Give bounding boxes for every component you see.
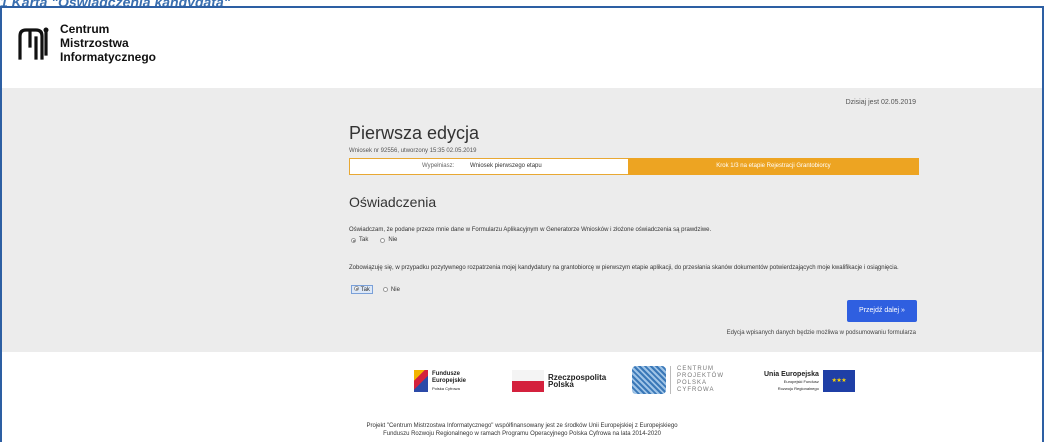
cpp-line-3: POLSKA (677, 380, 708, 386)
statement-2-yes-radio[interactable] (354, 286, 359, 291)
cpp-line-1: CENTRUM (677, 366, 714, 372)
application-info: Wniosek nr 92556, utworzony 15:35 02.05.… (349, 148, 477, 154)
unia-europejska-logo[interactable]: Unia Europejska Europejski Fundusz Rozwo… (764, 370, 855, 392)
main-content: Dzisiaj jest 02.05.2019 Pierwsza edycja … (2, 88, 1042, 352)
rzeczpospolita-logo[interactable]: Rzeczpospolita Polska (512, 370, 606, 392)
section-title: Oświadczenia (349, 194, 437, 210)
site-footer: Fundusze Europejskie Polska Cyfrowa Rzec… (2, 352, 1042, 444)
statement-2-text: Zobowiązuję się, w przypadku pozytywnego… (349, 265, 899, 271)
fundusze-europejskie-logo[interactable]: Fundusze Europejskie Polska Cyfrowa (414, 370, 466, 392)
project-info: Projekt "Centrum Mistrzostwa Informatycz… (2, 422, 1042, 438)
ue-line-1: Unia Europejska (764, 370, 819, 378)
logo-line-2: Mistrzostwa (60, 36, 129, 50)
cpp-mark-icon (632, 366, 666, 394)
fe-line-1: Fundusze (432, 370, 460, 377)
logo-line-1: Centrum (60, 22, 110, 36)
statement-1-no-label[interactable]: Nie (388, 237, 397, 243)
edit-note: Edycja wpisanych danych będzie możliwa w… (726, 330, 916, 336)
logo-line-3: Informatycznego (60, 50, 157, 64)
fe-mark-icon (414, 370, 428, 392)
statement-1-text: Oświadczam, że podane przeze mnie dane w… (349, 227, 712, 233)
statement-1-yes-label[interactable]: Tak (359, 237, 368, 243)
step-current-form: Wniosek pierwszego etapu (470, 163, 542, 169)
current-date: Dzisiaj jest 02.05.2019 (845, 99, 916, 106)
cmi-logo-icon[interactable] (16, 26, 52, 60)
logo-wordmark[interactable]: Centrum Mistrzostwa Informatycznego (60, 22, 156, 64)
page-title: Pierwsza edycja (349, 123, 480, 143)
statement-2-options: Tak Nie (351, 285, 400, 294)
statement-2-yes-option[interactable]: Tak (351, 285, 373, 294)
page-frame: Centrum Mistrzostwa Informatycznego Dzis… (0, 6, 1044, 444)
fe-line-2: Europejskie (432, 377, 467, 384)
eu-flag-icon: ★★★ (822, 370, 855, 392)
statement-1-options: Tak Nie (351, 237, 397, 243)
statement-2-no-radio[interactable] (382, 287, 388, 292)
ue-line-3: Rozwoju Regionalnego (777, 385, 819, 391)
statement-2-no-label[interactable]: Nie (391, 287, 400, 293)
ue-line-2: Europejski Fundusz (783, 378, 819, 384)
project-line-2: Funduszu Rozwoju Regionalnego w ramach P… (383, 431, 661, 437)
fe-line-3: Polska Cyfrowa (432, 385, 460, 391)
step-progress-text: Krok 1/3 na etapie Rejestracji Grantobio… (716, 163, 831, 169)
statement-1-no-radio[interactable] (380, 237, 386, 243)
statement-1-yes-radio[interactable] (351, 237, 356, 243)
cpp-line-4: CYFROWA (677, 387, 715, 393)
progress-steps: Wypełniasz: Wniosek pierwszego etapu Kro… (349, 158, 919, 175)
statement-2-yes-label[interactable]: Tak (361, 287, 370, 293)
next-button[interactable]: Przejdź dalej » (847, 300, 917, 322)
polish-flag-icon (512, 370, 544, 392)
centrum-projektow-logo[interactable]: CENTRUM PROJEKTÓW POLSKA CYFROWA (632, 366, 724, 394)
site-header: Centrum Mistrzostwa Informatycznego (2, 8, 1042, 88)
cpp-line-2: PROJEKTÓW (677, 373, 725, 379)
step-label: Wypełniasz: (422, 163, 455, 169)
rp-line-2: Polska (548, 380, 574, 389)
project-line-1: Projekt "Centrum Mistrzostwa Informatycz… (366, 423, 678, 429)
step-progress-bar: Krok 1/3 na etapie Rejestracji Grantobio… (628, 158, 919, 175)
